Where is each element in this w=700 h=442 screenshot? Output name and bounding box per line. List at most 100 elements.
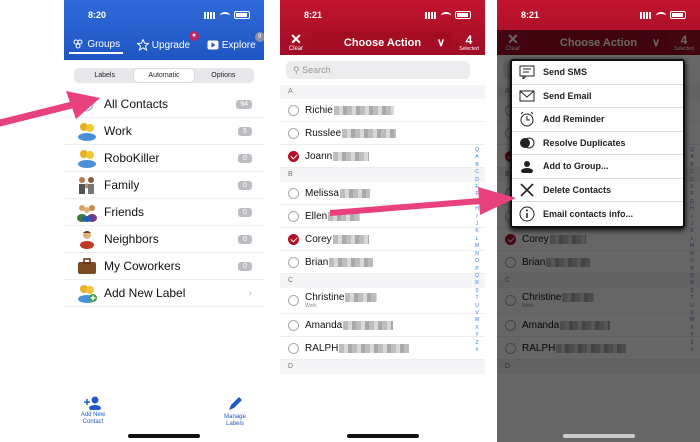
select-radio[interactable]	[288, 295, 299, 306]
choose-action-dropdown[interactable]: Choose Action ∨	[529, 31, 668, 54]
index-letter[interactable]: X	[688, 325, 696, 332]
contact-row[interactable]: Richie	[280, 99, 485, 122]
menu-item-add-reminder[interactable]: Add Reminder	[512, 108, 683, 132]
group-row-robokiller[interactable]: RoboKiller 0	[64, 145, 264, 172]
index-letter[interactable]: S	[688, 288, 696, 295]
contact-row[interactable]: Amanda	[280, 314, 485, 337]
index-letter[interactable]: J	[688, 221, 696, 228]
index-letter[interactable]: A	[688, 154, 696, 161]
select-radio[interactable]	[505, 319, 516, 331]
group-row-family[interactable]: Family 0	[64, 172, 264, 199]
index-letter[interactable]: T	[473, 295, 481, 302]
group-row-friends[interactable]: Friends 0	[64, 199, 264, 226]
tab-groups[interactable]: Groups	[69, 36, 124, 54]
choose-action-dropdown[interactable]: Choose Action ∨	[312, 31, 453, 54]
select-radio[interactable]	[288, 104, 299, 116]
index-letter[interactable]: B	[473, 162, 481, 169]
index-letter[interactable]: I	[473, 214, 481, 221]
index-letter[interactable]: A	[473, 154, 481, 161]
contact-row[interactable]: Brian	[280, 251, 485, 274]
index-letter[interactable]: D	[473, 177, 481, 184]
index-letter[interactable]: G	[688, 199, 696, 206]
group-row-coworkers[interactable]: My Coworkers 0	[64, 253, 264, 280]
index-letter[interactable]: N	[688, 251, 696, 258]
group-row-add-new-label[interactable]: Add New Label ›	[64, 280, 264, 307]
group-row-work[interactable]: Work 5	[64, 118, 264, 145]
contact-row[interactable]: RALPH	[280, 337, 485, 360]
index-letter[interactable]: G	[473, 199, 481, 206]
index-letter[interactable]: V	[688, 310, 696, 317]
index-letter[interactable]: Z	[473, 340, 481, 347]
index-letter[interactable]: Z	[688, 340, 696, 347]
index-letter[interactable]: C	[473, 169, 481, 176]
contact-row[interactable]: RALPH	[497, 337, 700, 360]
select-radio[interactable]	[288, 342, 299, 354]
index-letter[interactable]: H	[473, 206, 481, 213]
index-letter[interactable]: P	[688, 266, 696, 273]
menu-item-send-sms[interactable]: Send SMS	[512, 61, 683, 85]
index-letter[interactable]: V	[473, 310, 481, 317]
index-letter[interactable]: L	[473, 236, 481, 243]
index-letter[interactable]: W	[473, 317, 481, 324]
menu-item-resolve-duplicates[interactable]: Resolve Duplicates	[512, 132, 683, 155]
index-letter[interactable]: T	[688, 295, 696, 302]
selected-check-icon[interactable]	[505, 233, 516, 245]
index-letter[interactable]: #	[688, 347, 696, 354]
segment-options[interactable]: Options	[194, 69, 253, 82]
index-letter[interactable]: K	[688, 228, 696, 235]
search-input[interactable]: ⚲ Search	[286, 61, 470, 79]
select-radio[interactable]	[505, 256, 516, 268]
select-radio[interactable]	[288, 210, 299, 222]
group-row-all-contacts[interactable]: All Contacts 94	[64, 91, 264, 118]
select-radio[interactable]	[288, 319, 299, 331]
alphabet-index[interactable]: Q A B C D E F G H I J K L M N O P Q R S T U V W X Y Z #	[473, 147, 481, 354]
index-letter[interactable]: Y	[473, 332, 481, 339]
select-radio[interactable]	[288, 187, 299, 199]
index-letter[interactable]: W	[688, 317, 696, 324]
contact-row[interactable]: Corey	[280, 228, 485, 251]
select-radio[interactable]	[288, 127, 299, 139]
segment-labels[interactable]: Labels	[75, 69, 134, 82]
index-letter[interactable]: Q	[688, 273, 696, 280]
select-radio[interactable]	[505, 295, 516, 306]
index-letter[interactable]: R	[473, 280, 481, 287]
contact-row[interactable]: Ellen	[280, 205, 485, 228]
index-letter[interactable]: Q	[473, 147, 481, 154]
index-letter[interactable]: Q	[473, 273, 481, 280]
contact-row[interactable]: Russlee	[280, 122, 485, 145]
index-letter[interactable]: U	[688, 303, 696, 310]
index-letter[interactable]: Y	[688, 332, 696, 339]
index-letter[interactable]: K	[473, 228, 481, 235]
index-letter[interactable]: U	[473, 303, 481, 310]
tab-upgrade[interactable]: Upgrade ★	[134, 31, 200, 53]
add-new-contact-button[interactable]: Add New Contact	[78, 396, 108, 428]
clear-button[interactable]: ✕ Clear	[501, 32, 525, 53]
manage-labels-button[interactable]: Manage Labels	[220, 396, 250, 428]
index-letter[interactable]: I	[688, 214, 696, 221]
clear-button[interactable]: ✕ Clear	[284, 32, 308, 53]
alphabet-index[interactable]: Q A B C D E F G H I J K L M N O P Q R S T U V W X Y Z #	[688, 147, 696, 354]
contact-row[interactable]: Melissa	[280, 182, 485, 205]
index-letter[interactable]: D	[688, 177, 696, 184]
index-letter[interactable]: H	[688, 206, 696, 213]
menu-item-delete-contacts[interactable]: Delete Contacts	[512, 179, 683, 202]
index-letter[interactable]: M	[473, 243, 481, 250]
tab-explore[interactable]: Explore 9	[204, 31, 264, 53]
contact-row[interactable]: Christine Work	[280, 288, 485, 314]
index-letter[interactable]: C	[688, 169, 696, 176]
index-letter[interactable]: O	[473, 258, 481, 265]
index-letter[interactable]: X	[473, 325, 481, 332]
index-letter[interactable]: J	[473, 221, 481, 228]
index-letter[interactable]: R	[688, 280, 696, 287]
index-letter[interactable]: O	[688, 258, 696, 265]
index-letter[interactable]: B	[688, 162, 696, 169]
selected-check-icon[interactable]	[288, 233, 299, 245]
index-letter[interactable]: M	[688, 243, 696, 250]
index-letter[interactable]: E	[688, 184, 696, 191]
segment-automatic[interactable]: Automatic	[134, 69, 194, 82]
select-radio[interactable]	[505, 342, 516, 354]
index-letter[interactable]: L	[688, 236, 696, 243]
select-radio[interactable]	[288, 256, 299, 268]
index-letter[interactable]: N	[473, 251, 481, 258]
index-letter[interactable]: F	[473, 191, 481, 198]
